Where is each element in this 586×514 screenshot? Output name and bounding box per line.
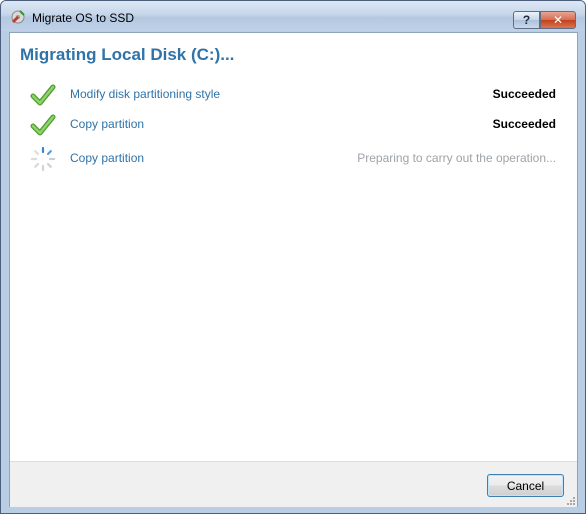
check-icon [30,84,56,106]
help-button[interactable]: ? [513,11,540,29]
page-title: Migrating Local Disk (C:)... [20,45,235,64]
operation-label: Copy partition [70,117,145,131]
dialog-content: Migrating Local Disk (C:)... Modify disk… [9,32,578,507]
operation-label: Copy partition [70,151,145,165]
status-text: Succeeded [492,87,556,101]
check-icon [30,114,56,136]
dialog-window: Migrate OS to SSD ? ✕ Migrating Local Di… [0,0,586,514]
close-icon: ✕ [552,13,564,27]
resize-grip-icon[interactable] [565,495,575,505]
spinner-icon [30,146,56,172]
help-icon: ? [522,13,531,27]
cancel-button[interactable]: Cancel [487,474,564,497]
window-title: Migrate OS to SSD [32,11,135,25]
operation-row: Modify disk partitioning style Succeeded [10,80,577,110]
operation-label: Modify disk partitioning style [70,87,221,101]
button-bar: Cancel [10,461,577,507]
app-icon [11,10,25,24]
status-text: Succeeded [492,117,556,131]
operation-row: Copy partition Succeeded [10,110,577,140]
status-text: Preparing to carry out the operation... [357,151,556,165]
close-button[interactable]: ✕ [540,11,576,29]
operation-row: Copy partition Preparing to carry out th… [10,144,577,174]
title-bar[interactable]: Migrate OS to SSD ? ✕ [1,1,585,31]
